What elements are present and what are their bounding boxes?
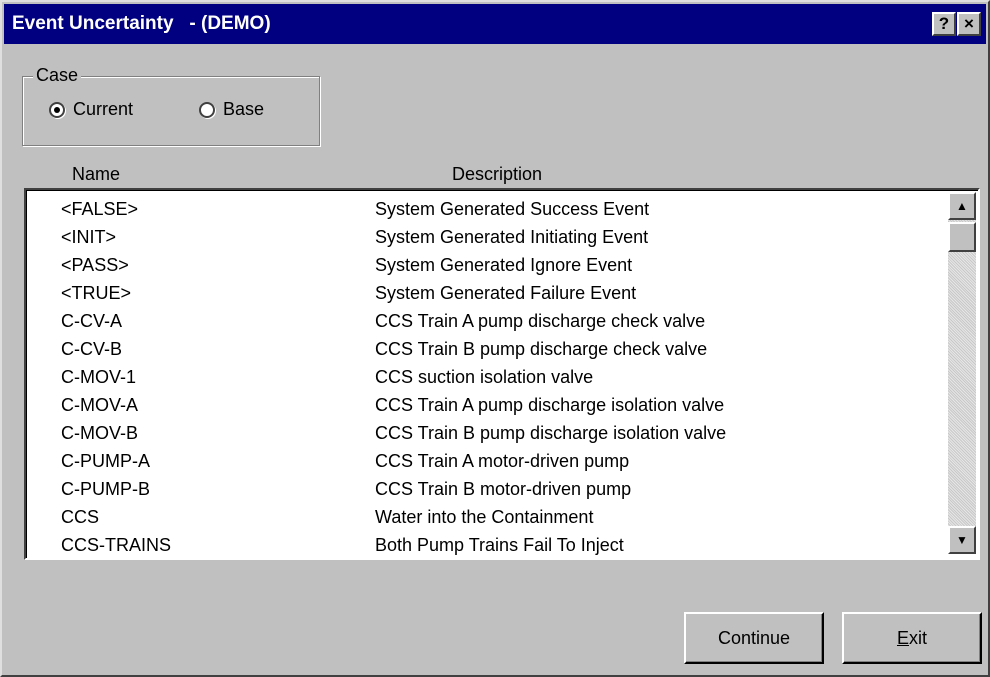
column-header-description: Description [452, 164, 543, 184]
event-name: C-CV-A [61, 311, 123, 331]
radio-base[interactable]: Base [199, 99, 264, 120]
vertical-scrollbar[interactable]: ▲ ▼ [948, 192, 976, 554]
window-title: Event Uncertainty - (DEMO) [12, 13, 271, 34]
event-name: C-MOV-B [61, 423, 139, 443]
list-item[interactable]: <INIT> System Generated Initiating Event [26, 224, 950, 252]
event-description: Both Pump Trains Fail To Inject [375, 535, 624, 555]
event-description: System Generated Initiating Event [375, 227, 649, 247]
event-description: CCS suction isolation valve [375, 367, 594, 387]
list-item[interactable]: <TRUE> System Generated Failure Event [26, 280, 950, 308]
event-name: <TRUE> [61, 283, 132, 303]
list-item[interactable]: C-PUMP-B CCS Train B motor-driven pump [26, 476, 950, 504]
event-name: C-MOV-1 [61, 367, 137, 387]
case-legend: Case [33, 65, 82, 86]
event-name: <PASS> [61, 255, 129, 275]
event-description: CCS Train A motor-driven pump [375, 451, 630, 471]
event-name: C-PUMP-B [61, 479, 150, 499]
column-header-name: Name [72, 164, 121, 184]
continue-button[interactable]: Continue [684, 612, 824, 664]
list-item[interactable]: CCS-TRAINS Both Pump Trains Fail To Injec… [26, 532, 950, 560]
list-item[interactable]: <FALSE> System Generated Success Event [26, 196, 950, 224]
event-listbox[interactable]: <FALSE> System Generated Success Event <I… [24, 188, 980, 560]
event-name: C-MOV-A [61, 395, 139, 415]
radio-checked-icon[interactable] [49, 101, 65, 118]
event-list: <FALSE> System Generated Success Event <I… [26, 196, 950, 560]
exit-mnemonic: E [896, 627, 909, 648]
radio-unchecked-icon[interactable] [199, 101, 215, 118]
event-description: System Generated Success Event [375, 199, 650, 219]
event-name: <FALSE> [61, 199, 139, 219]
event-description: System Generated Ignore Event [375, 255, 633, 275]
scroll-down-arrow-icon[interactable]: ▼ [948, 526, 976, 554]
event-description: CCS Train B pump discharge isolation val… [375, 423, 727, 443]
event-description: Water into the Containment [375, 507, 594, 527]
radio-current[interactable]: Current [49, 99, 133, 120]
event-description: CCS Train B motor-driven pump [375, 479, 632, 499]
list-item[interactable]: C-CV-A CCS Train A pump discharge check v… [26, 308, 950, 336]
event-description: CCS Train A pump discharge isolation val… [375, 395, 725, 415]
list-item[interactable]: C-PUMP-A CCS Train A motor-driven pump [26, 448, 950, 476]
list-item[interactable]: CCS Water into the Containment [26, 504, 950, 532]
close-icon[interactable]: × [957, 12, 981, 36]
list-item[interactable]: C-MOV-A CCS Train A pump discharge isolat… [26, 392, 950, 420]
radio-base-label: Base [223, 99, 265, 119]
event-description: CCS Train A pump discharge check valve [375, 311, 706, 331]
scroll-up-arrow-icon[interactable]: ▲ [948, 192, 976, 220]
radio-current-label: Current [73, 99, 134, 119]
event-name: CCS [61, 507, 100, 527]
list-item[interactable]: C-MOV-1 CCS suction isolation valve [26, 364, 950, 392]
case-groupbox: Case Current Base [22, 65, 320, 146]
list-item[interactable]: C-CV-B CCS Train B pump discharge check v… [26, 336, 950, 364]
event-name: C-PUMP-A [61, 451, 150, 471]
event-name: C-CV-B [61, 339, 123, 359]
event-description: CCS Train B pump discharge check valve [375, 339, 708, 359]
scrollbar-thumb[interactable] [948, 222, 976, 252]
event-description: System Generated Failure Event [375, 283, 637, 303]
list-item[interactable]: <PASS> System Generated Ignore Event [26, 252, 950, 280]
event-name: <INIT> [61, 227, 117, 247]
list-item[interactable]: C-MOV-B CCS Train B pump discharge isolat… [26, 420, 950, 448]
exit-label: xit [909, 627, 927, 648]
exit-button[interactable]: Exit [842, 612, 982, 664]
event-name: CCS-TRAINS [61, 535, 172, 555]
help-button[interactable]: ? [932, 12, 956, 36]
title-bar[interactable]: Event Uncertainty - (DEMO) ? × [4, 4, 986, 44]
